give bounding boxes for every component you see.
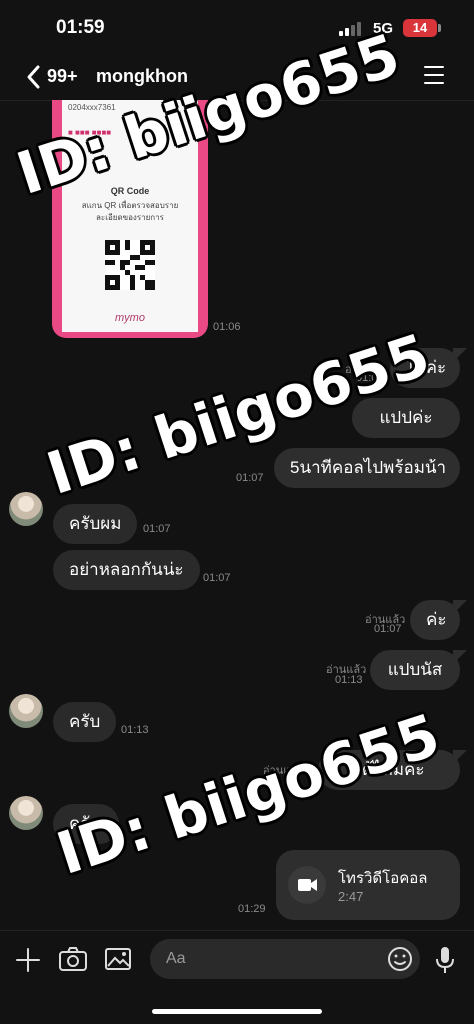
video-call-label: โทรวิดีโอคอล bbox=[338, 870, 428, 887]
video-call-bubble[interactable]: โทรวิดีโอคอล 2:47 bbox=[276, 850, 460, 920]
message-time: 01:07 bbox=[203, 572, 231, 584]
message-bubble-out[interactable]: ค่ะ bbox=[410, 600, 467, 640]
message-time: 01:13 bbox=[121, 724, 149, 736]
avatar[interactable] bbox=[9, 694, 43, 728]
message-time: 01:29 bbox=[238, 903, 266, 915]
message-text: อย่าหลอกกันน่ะ bbox=[69, 560, 184, 579]
battery-tip bbox=[438, 24, 441, 32]
message-bubble-in[interactable]: อย่าหลอกกันน่ะ bbox=[53, 550, 200, 590]
receipt-qr-description: สแกน QR เพื่อตรวจสอบรายละเอียดของรายการ bbox=[81, 201, 179, 222]
microphone-icon[interactable] bbox=[434, 945, 456, 975]
menu-icon[interactable] bbox=[424, 66, 444, 86]
message-text: แปปค่ะ bbox=[379, 408, 433, 427]
status-time: 01:59 bbox=[56, 17, 105, 38]
message-time: 01:07 bbox=[236, 472, 264, 484]
unread-count[interactable]: 99+ bbox=[47, 66, 78, 87]
message-input[interactable]: Aa bbox=[150, 939, 420, 979]
image-icon[interactable] bbox=[104, 947, 132, 971]
message-bubble-out[interactable]: แปบนัส bbox=[370, 650, 467, 690]
contact-name[interactable]: mongkhon bbox=[96, 66, 188, 87]
plus-icon[interactable] bbox=[15, 947, 41, 973]
message-input-placeholder: Aa bbox=[166, 950, 186, 967]
message-text: แปบนัส bbox=[387, 660, 443, 679]
battery-icon: 14 bbox=[403, 19, 437, 37]
avatar[interactable] bbox=[9, 492, 43, 526]
video-camera-icon bbox=[288, 866, 326, 904]
message-time: 01:06 bbox=[213, 321, 241, 333]
avatar[interactable] bbox=[9, 796, 43, 830]
input-divider bbox=[0, 930, 474, 931]
camera-icon[interactable] bbox=[58, 946, 88, 972]
message-text: ค่ะ bbox=[426, 610, 447, 629]
emoji-icon[interactable] bbox=[387, 946, 413, 972]
message-bubble-in[interactable]: ครับ bbox=[53, 702, 117, 742]
message-time: 01:13 bbox=[335, 674, 363, 686]
video-call-duration: 2:47 bbox=[338, 889, 364, 904]
qr-code-icon bbox=[105, 240, 155, 290]
message-bubble-in[interactable]: ครับผม bbox=[53, 504, 138, 544]
home-indicator bbox=[152, 1009, 322, 1014]
message-time: 01:07 bbox=[143, 523, 171, 535]
message-time: 01:07 bbox=[374, 623, 402, 635]
message-bubble-out[interactable]: 5นาทีคอลไปพร้อมน้า bbox=[274, 448, 460, 488]
message-text: 5นาทีคอลไปพร้อมน้า bbox=[290, 458, 447, 477]
message-text: ครับผม bbox=[69, 514, 122, 533]
back-chevron-icon[interactable] bbox=[24, 64, 44, 90]
message-text: ครับ bbox=[69, 712, 101, 731]
receipt-logo: mymo bbox=[115, 312, 145, 324]
